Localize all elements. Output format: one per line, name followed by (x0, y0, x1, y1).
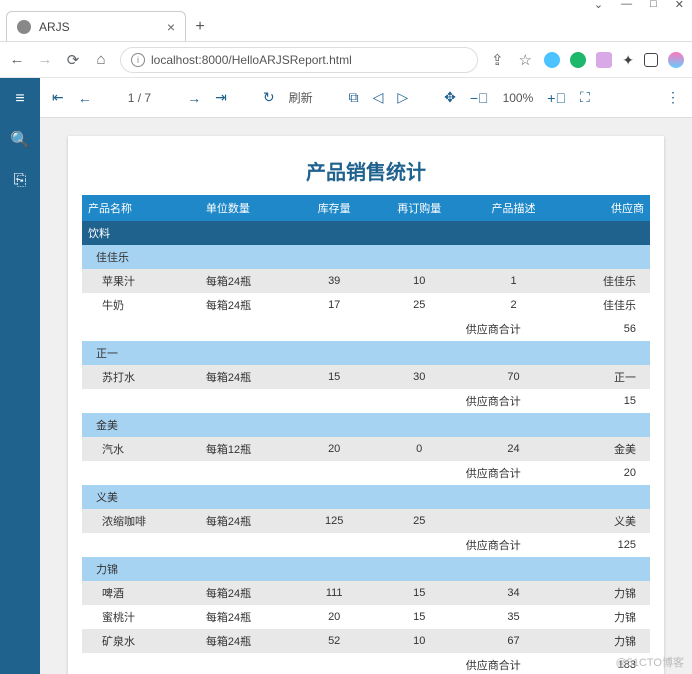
table-row: 牛奶每箱24瓶17252佳佳乐 (82, 293, 650, 317)
next-page-icon[interactable]: → (187, 90, 201, 106)
window-close-icon[interactable]: ✕ (675, 0, 684, 11)
ext-icon-2[interactable] (570, 52, 586, 68)
col-stock: 库存量 (296, 195, 372, 221)
star-icon[interactable]: ☆ (516, 51, 534, 69)
col-reorder: 再订购量 (372, 195, 466, 221)
table-row: 浓缩咖啡每箱24瓶12525义美 (82, 509, 650, 533)
ext-icon-3[interactable] (596, 52, 612, 68)
table-row: 正一 (82, 341, 650, 365)
window-dropdown-icon[interactable]: ⌄ (594, 0, 603, 11)
report-page: 产品销售统计 产品名称 单位数量 库存量 再订购量 产品描述 供应商 饮料佳佳乐… (68, 136, 664, 674)
fullscreen-icon[interactable]: ⛶ (580, 89, 590, 106)
home-button[interactable]: ⌂ (92, 51, 110, 68)
url-text: localhost:8000/HelloARJSReport.html (151, 53, 352, 67)
table-row: 蜜桃汁每箱24瓶201535力锦 (82, 605, 650, 629)
table-row: 金美 (82, 413, 650, 437)
tab-title: ARJS (39, 20, 70, 34)
refresh-label: 刷新 (289, 89, 313, 106)
ext-icon-1[interactable] (544, 52, 560, 68)
col-supplier: 供应商 (561, 195, 650, 221)
url-input[interactable]: i localhost:8000/HelloARJSReport.html (120, 47, 478, 73)
table-header: 产品名称 单位数量 库存量 再订购量 产品描述 供应商 (82, 195, 650, 221)
table-row: 苏打水每箱24瓶153070正一 (82, 365, 650, 389)
prev-page-icon[interactable]: ← (78, 90, 92, 106)
zoom-in-icon[interactable]: +⃝ (547, 90, 566, 106)
refresh-icon[interactable]: ↻ (263, 89, 275, 106)
document-area[interactable]: 产品销售统计 产品名称 单位数量 库存量 再订购量 产品描述 供应商 饮料佳佳乐… (40, 118, 692, 674)
table-row: 供应商合计20 (82, 461, 650, 485)
col-name: 产品名称 (82, 195, 200, 221)
back-button[interactable]: ← (8, 51, 26, 68)
col-unit: 单位数量 (200, 195, 296, 221)
viewer-sidebar: ≡ 🔍 ⎘ (0, 78, 40, 674)
browser-tab[interactable]: ARJS × (6, 11, 186, 41)
export-icon[interactable]: ⎘ (14, 172, 27, 190)
pan-icon[interactable]: ✥ (444, 89, 456, 106)
table-row: 供应商合计125 (82, 533, 650, 557)
table-row: 供应商合计183 (82, 653, 650, 674)
table-row: 啤酒每箱24瓶1111534力锦 (82, 581, 650, 605)
report-title: 产品销售统计 (82, 156, 650, 185)
page-indicator: 1 / 7 (128, 91, 151, 105)
more-icon[interactable]: ⋮ (666, 89, 680, 106)
table-row: 佳佳乐 (82, 245, 650, 269)
table-row: 矿泉水每箱24瓶521067力锦 (82, 629, 650, 653)
side-panel-icon[interactable] (644, 53, 658, 67)
viewer-toolbar: ⇤ ← 1 / 7 → ⇥ ↻ 刷新 ⧉ ◁ ▷ ✥ −⃝ 100% +⃝ ⛶ … (40, 78, 692, 118)
forward-button: → (36, 51, 54, 68)
col-desc: 产品描述 (466, 195, 560, 221)
history-back-icon[interactable]: ◁ (373, 89, 384, 106)
address-bar: ← → ⟳ ⌂ i localhost:8000/HelloARJSReport… (0, 42, 692, 78)
menu-icon[interactable]: ≡ (15, 90, 24, 108)
tab-close-icon[interactable]: × (167, 19, 175, 35)
zoom-out-icon[interactable]: −⃝ (470, 90, 489, 106)
watermark: @51CTO博客 (616, 654, 684, 670)
history-fwd-icon[interactable]: ▷ (397, 89, 408, 106)
last-page-icon[interactable]: ⇥ (215, 89, 227, 106)
gallery-icon[interactable]: ⧉ (349, 89, 359, 106)
table-row: 供应商合计56 (82, 317, 650, 341)
table-row: 汽水每箱12瓶20024金美 (82, 437, 650, 461)
extensions: ✦ (544, 52, 684, 68)
table-row: 力锦 (82, 557, 650, 581)
share-icon[interactable]: ⇪ (488, 51, 506, 69)
window-minimize-icon[interactable]: — (621, 0, 632, 11)
new-tab-button[interactable]: + (186, 13, 214, 41)
site-info-icon[interactable]: i (131, 53, 145, 67)
first-page-icon[interactable]: ⇤ (52, 89, 64, 106)
table-row: 义美 (82, 485, 650, 509)
table-row: 供应商合计15 (82, 389, 650, 413)
tab-strip: ARJS × + (0, 10, 692, 42)
window-maximize-icon[interactable]: □ (650, 0, 657, 11)
reload-button[interactable]: ⟳ (64, 51, 82, 69)
extensions-icon[interactable]: ✦ (622, 52, 634, 68)
table-row: 苹果汁每箱24瓶39101佳佳乐 (82, 269, 650, 293)
zoom-level: 100% (503, 91, 534, 105)
report-table: 产品名称 单位数量 库存量 再订购量 产品描述 供应商 饮料佳佳乐苹果汁每箱24… (82, 195, 650, 674)
favicon-icon (17, 20, 31, 34)
search-icon[interactable]: 🔍 (10, 130, 30, 150)
table-row: 饮料 (82, 221, 650, 245)
profile-icon[interactable] (668, 52, 684, 68)
